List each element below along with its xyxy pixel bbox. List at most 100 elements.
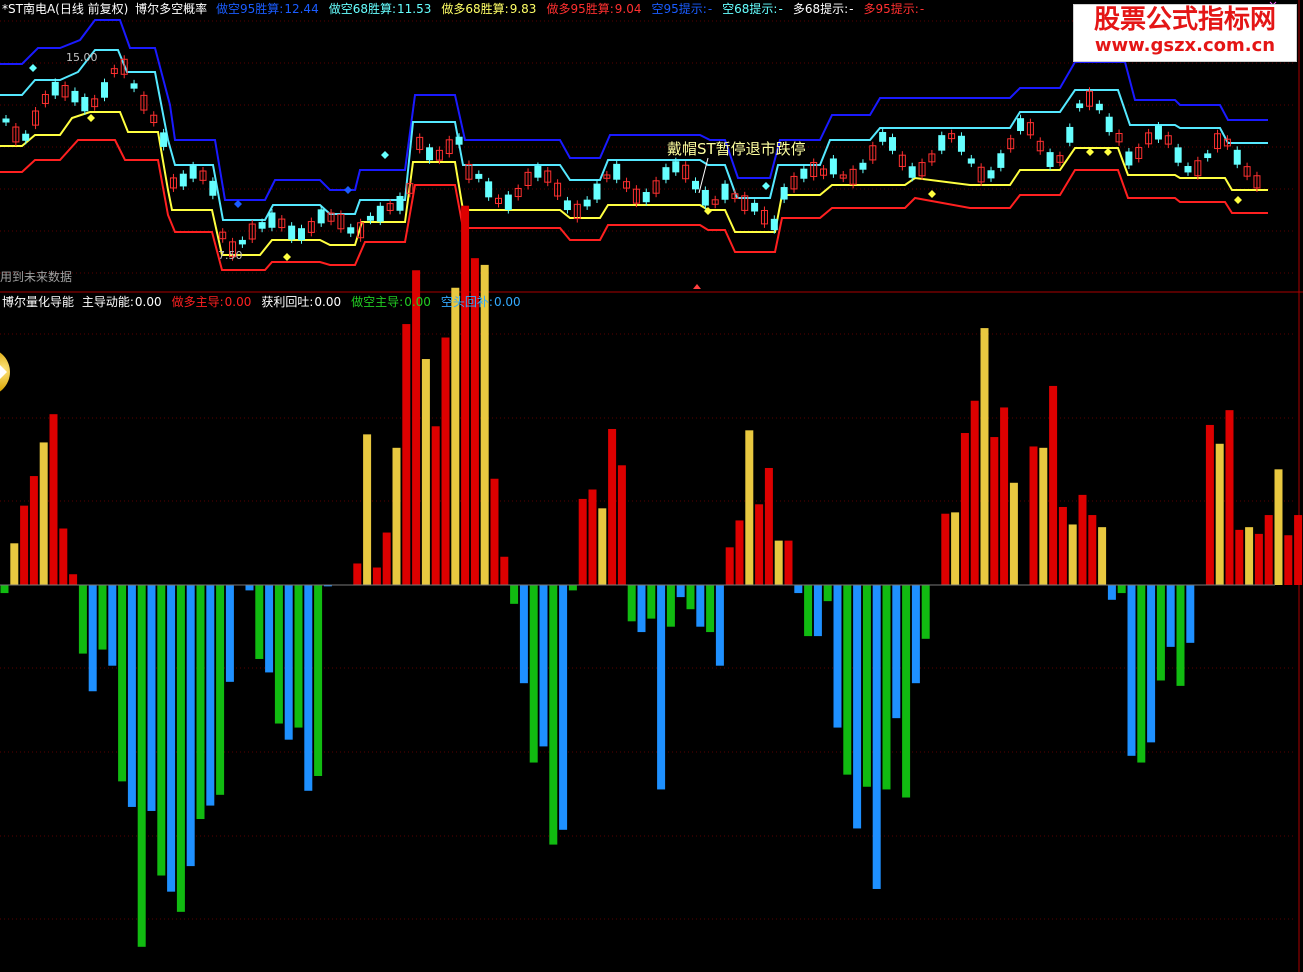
energy-bar[interactable] [127, 585, 136, 807]
energy-bar[interactable] [255, 585, 264, 659]
energy-bar[interactable] [1284, 535, 1293, 585]
candle-body[interactable] [751, 202, 759, 212]
energy-bars[interactable] [0, 205, 1303, 947]
energy-bar[interactable] [314, 585, 323, 776]
candle-body[interactable] [179, 173, 187, 187]
candle-body[interactable] [1046, 152, 1054, 167]
candle-body[interactable] [967, 158, 975, 164]
candle-body[interactable] [298, 228, 305, 241]
energy-bar[interactable] [882, 585, 891, 790]
candle-body[interactable] [1017, 118, 1025, 132]
candle-body[interactable] [81, 96, 89, 112]
energy-bar[interactable] [921, 585, 930, 639]
energy-bar[interactable] [696, 585, 705, 627]
candle-body[interactable] [288, 225, 296, 240]
energy-bar[interactable] [186, 585, 195, 867]
energy-bar[interactable] [265, 585, 274, 673]
energy-bar[interactable] [804, 585, 813, 637]
energy-bar[interactable] [833, 585, 842, 728]
candle-body[interactable] [268, 212, 276, 228]
energy-bar[interactable] [1156, 585, 1165, 681]
energy-bar[interactable] [686, 585, 695, 610]
energy-bar[interactable] [245, 585, 254, 591]
energy-bar[interactable] [823, 585, 832, 602]
candle-body[interactable] [396, 195, 404, 211]
energy-bar[interactable] [1137, 585, 1146, 763]
candle-body[interactable] [1095, 103, 1103, 111]
candle-body[interactable] [692, 180, 699, 190]
energy-bar[interactable] [284, 585, 293, 740]
energy-bar[interactable] [304, 585, 313, 791]
energy-bar[interactable] [167, 585, 176, 892]
candle-body[interactable] [1066, 126, 1074, 143]
candle-body[interactable] [1076, 103, 1084, 109]
energy-bar[interactable] [510, 585, 519, 604]
energy-bar[interactable] [951, 512, 960, 585]
energy-bar[interactable] [225, 585, 234, 682]
energy-bar[interactable] [274, 585, 283, 724]
energy-bar[interactable] [794, 585, 803, 594]
energy-bar[interactable] [10, 543, 19, 585]
energy-bar[interactable] [970, 400, 979, 585]
energy-bar[interactable] [1078, 494, 1087, 585]
energy-bar[interactable] [118, 585, 127, 782]
energy-bar[interactable] [578, 498, 587, 585]
candle-body[interactable] [1204, 153, 1212, 159]
candle-body[interactable] [130, 83, 138, 89]
energy-bar[interactable] [588, 489, 597, 585]
energy-bar[interactable] [1294, 515, 1303, 585]
candle-body[interactable] [889, 137, 896, 151]
candle-body[interactable] [721, 183, 729, 200]
energy-bar[interactable] [608, 428, 617, 585]
energy-indicator-title[interactable]: 博尔量化导能 [2, 295, 74, 309]
candle-body[interactable] [2, 118, 10, 123]
candle-body[interactable] [1125, 151, 1133, 166]
energy-bar[interactable] [568, 585, 577, 591]
candle-body[interactable] [859, 162, 867, 170]
energy-bar[interactable] [853, 585, 862, 829]
energy-bar[interactable] [549, 585, 558, 845]
energy-bar[interactable] [725, 547, 734, 585]
energy-bar[interactable] [69, 574, 78, 585]
energy-bar[interactable] [627, 585, 636, 622]
energy-bar[interactable] [1166, 585, 1175, 647]
energy-bar[interactable] [598, 508, 607, 585]
energy-bar[interactable] [911, 585, 920, 684]
candle-body[interactable] [1174, 147, 1182, 163]
energy-bar[interactable] [461, 205, 470, 585]
candle-body[interactable] [534, 165, 542, 178]
energy-bar[interactable] [1029, 446, 1038, 585]
energy-bar[interactable] [1039, 447, 1048, 585]
trading-chart-window[interactable]: *ST南电A(日线 前复权) 博尔多空概率 做空95胜算:12.44 做空68胜算… [0, 0, 1303, 972]
candle-body[interactable] [662, 167, 670, 180]
energy-bar[interactable] [1058, 506, 1067, 585]
energy-bar[interactable] [353, 563, 362, 585]
candle-body[interactable] [770, 218, 778, 231]
stock-title[interactable]: *ST南电A(日线 前复权) [2, 2, 128, 16]
energy-bar[interactable] [1107, 585, 1116, 600]
energy-bar[interactable] [1147, 585, 1156, 743]
energy-bar[interactable] [872, 585, 881, 889]
energy-bar[interactable] [539, 585, 548, 747]
energy-bar[interactable] [1215, 443, 1224, 585]
candle-body[interactable] [997, 153, 1005, 168]
energy-bar[interactable] [20, 505, 29, 585]
candle-body[interactable] [563, 200, 571, 211]
candle-body[interactable] [1184, 166, 1192, 173]
energy-bar[interactable] [1176, 585, 1185, 686]
candle-body[interactable] [642, 192, 650, 203]
energy-bar[interactable] [1254, 533, 1263, 585]
energy-bar[interactable] [1264, 515, 1273, 585]
candle-body[interactable] [209, 180, 217, 196]
candle-body[interactable] [160, 132, 168, 147]
energy-bar[interactable] [529, 585, 538, 763]
energy-bar[interactable] [1225, 410, 1234, 585]
energy-bar[interactable] [1049, 385, 1058, 585]
energy-bar[interactable] [980, 328, 989, 585]
candle-body[interactable] [613, 163, 621, 180]
energy-bar[interactable] [88, 585, 97, 692]
candle-body[interactable] [238, 239, 246, 245]
energy-bar[interactable] [784, 540, 793, 585]
energy-bar[interactable] [774, 540, 783, 585]
energy-bar[interactable] [480, 264, 489, 585]
